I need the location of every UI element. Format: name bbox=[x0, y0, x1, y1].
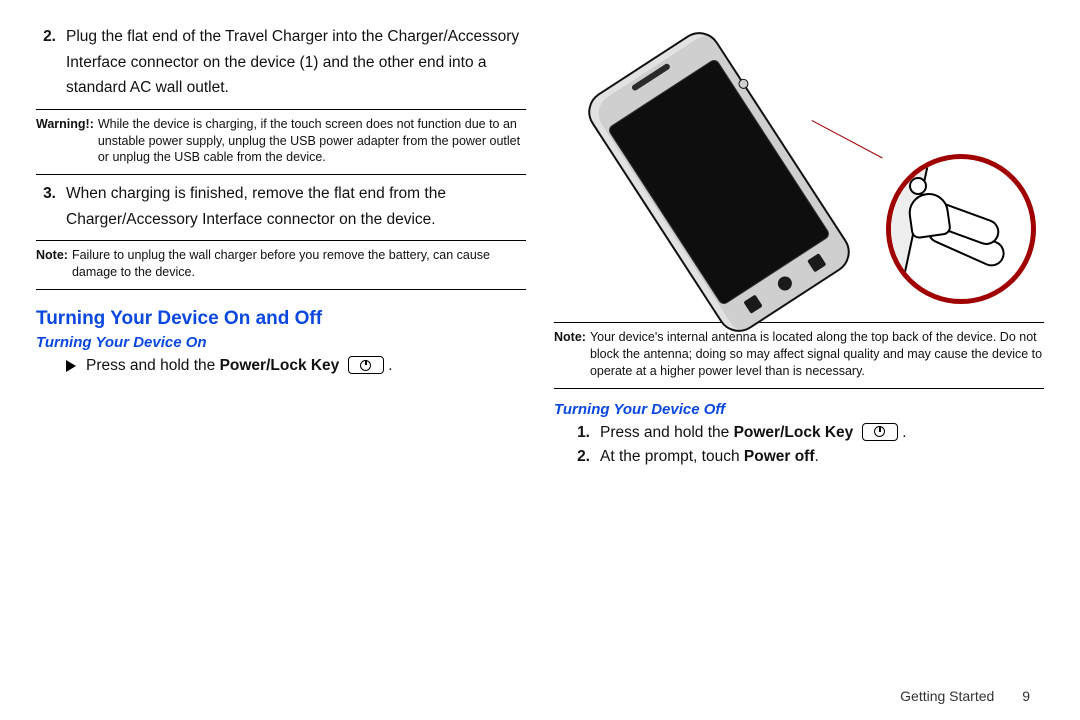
divider bbox=[36, 109, 526, 110]
antenna-note-box: Note: Your device's internal antenna is … bbox=[554, 329, 1044, 380]
heading-on-off: Turning Your Device On and Off bbox=[36, 308, 526, 330]
divider bbox=[554, 322, 1044, 323]
note-text: Failure to unplug the wall charger befor… bbox=[72, 247, 526, 281]
device-illustration bbox=[554, 24, 1044, 314]
footer-section-name: Getting Started bbox=[900, 688, 994, 704]
subheading-on: Turning Your Device On bbox=[36, 334, 526, 351]
turn-on-text: Press and hold the Power/Lock Key . bbox=[86, 357, 393, 375]
step-2-text: Plug the flat end of the Travel Charger … bbox=[66, 24, 526, 101]
divider bbox=[36, 289, 526, 290]
right-column: Note: Your device's internal antenna is … bbox=[554, 24, 1044, 644]
step-3-text: When charging is finished, remove the fl… bbox=[66, 181, 526, 232]
bullet-triangle-icon bbox=[66, 360, 76, 372]
off-step2-text: At the prompt, touch Power off. bbox=[600, 448, 819, 466]
turn-on-instruction: Press and hold the Power/Lock Key . bbox=[66, 357, 526, 375]
step-2-number: 2. bbox=[36, 24, 56, 101]
antenna-note-text: Your device's internal antenna is locate… bbox=[590, 329, 1044, 380]
turn-off-step-1: 1. Press and hold the Power/Lock Key . bbox=[574, 424, 1044, 442]
warning-label: Warning!: bbox=[36, 116, 94, 167]
turn-off-step-2: 2. At the prompt, touch Power off. bbox=[574, 448, 1044, 466]
note-label: Note: bbox=[554, 329, 586, 380]
off-step1-text: Press and hold the Power/Lock Key . bbox=[600, 424, 907, 442]
note-box: Note: Failure to unplug the wall charger… bbox=[36, 247, 526, 281]
warning-text: While the device is charging, if the tou… bbox=[98, 116, 526, 167]
page-footer: Getting Started 9 bbox=[900, 688, 1030, 704]
divider bbox=[36, 174, 526, 175]
power-lock-key-icon bbox=[862, 423, 898, 441]
divider bbox=[554, 388, 1044, 389]
subheading-off: Turning Your Device Off bbox=[554, 401, 1044, 418]
power-lock-key-icon bbox=[348, 356, 384, 374]
left-column: 2. Plug the flat end of the Travel Charg… bbox=[36, 24, 526, 644]
power-button-icon bbox=[909, 177, 927, 195]
hand-icon bbox=[909, 199, 1029, 304]
step-3: 3. When charging is finished, remove the… bbox=[36, 181, 526, 232]
callout-circle bbox=[886, 154, 1036, 304]
warning-box: Warning!: While the device is charging, … bbox=[36, 116, 526, 167]
footer-page-number: 9 bbox=[1022, 688, 1030, 704]
step-3-number: 3. bbox=[36, 181, 56, 232]
two-column-layout: 2. Plug the flat end of the Travel Charg… bbox=[36, 24, 1044, 644]
divider bbox=[36, 240, 526, 241]
note-label: Note: bbox=[36, 247, 68, 281]
step-2: 2. Plug the flat end of the Travel Charg… bbox=[36, 24, 526, 101]
